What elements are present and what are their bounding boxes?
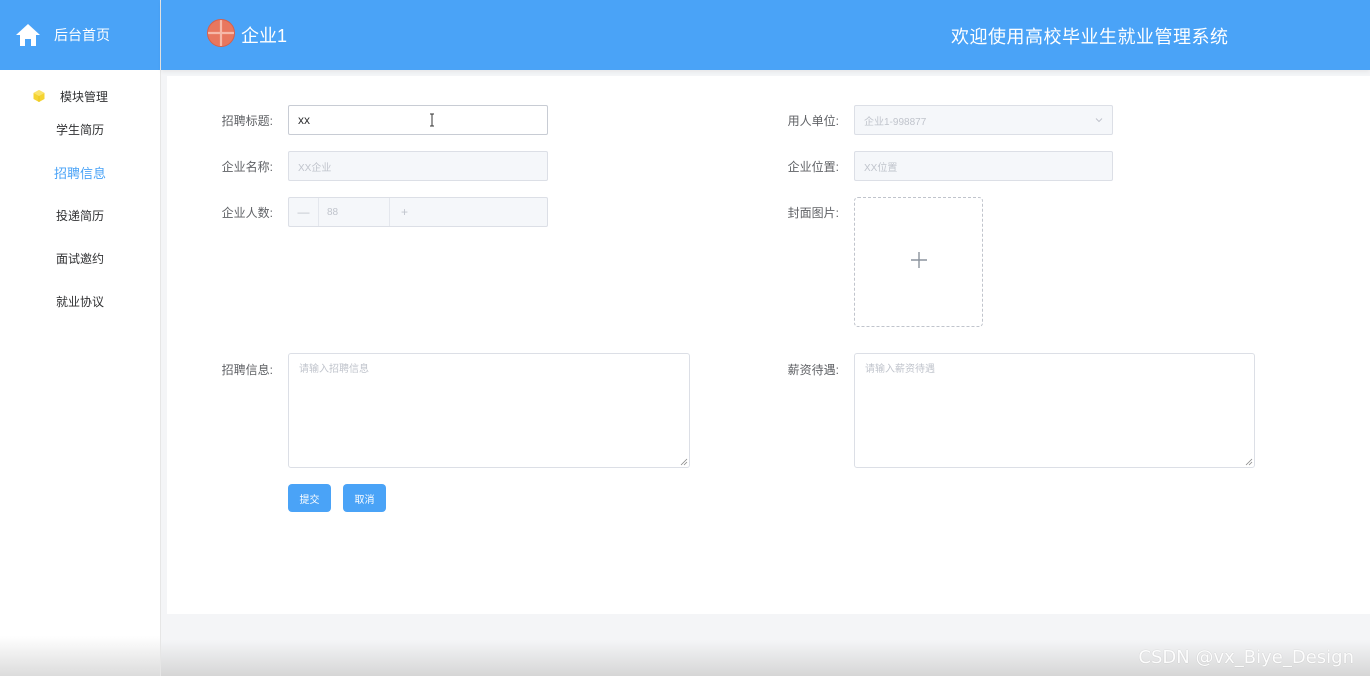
- unit-select[interactable]: 企业1-998877: [854, 105, 1113, 135]
- cover-label: 封面图片:: [787, 206, 839, 220]
- salary-placeholder: 请输入薪资待遇: [865, 364, 935, 375]
- unit-select-value: 企业1-998877: [864, 116, 927, 128]
- menu-group-label: 模块管理: [60, 89, 109, 104]
- cancel-button[interactable]: 取消: [343, 484, 386, 512]
- cube-icon: [32, 89, 46, 103]
- home-icon: [14, 21, 42, 49]
- salary-textarea[interactable]: 请输入薪资待遇: [854, 353, 1255, 468]
- resize-grip-icon[interactable]: [680, 458, 688, 466]
- top-header: 企业1 欢迎使用高校毕业生就业管理系统: [161, 0, 1370, 70]
- chevron-down-icon: [1094, 115, 1104, 125]
- location-input[interactable]: XX位置: [854, 151, 1113, 181]
- company-logo-icon: [207, 19, 235, 47]
- decrement-button[interactable]: —: [289, 198, 319, 226]
- text-cursor-icon: [429, 113, 435, 127]
- company-name: 企业1: [241, 26, 288, 46]
- info-textarea[interactable]: 请输入招聘信息: [288, 353, 690, 468]
- location-label: 企业位置:: [787, 160, 839, 174]
- home-link[interactable]: 后台首页: [0, 0, 160, 70]
- title-label: 招聘标题:: [221, 114, 273, 128]
- submit-button[interactable]: 提交: [288, 484, 331, 512]
- headcount-label: 企业人数:: [221, 206, 273, 220]
- form-panel: 招聘标题: xx 用人单位: 企业1-998877 企业名称: XX企业 企业位…: [167, 76, 1370, 614]
- salary-label: 薪资待遇:: [787, 363, 839, 377]
- info-label: 招聘信息:: [221, 363, 273, 377]
- home-label: 后台首页: [54, 27, 110, 43]
- company-name-label: 企业名称:: [221, 160, 273, 174]
- sidebar-menu: 模块管理 学生简历 招聘信息 投递简历 面试邀约 就业协议: [0, 70, 160, 323]
- sidebar-item-recruitment-info[interactable]: 招聘信息: [0, 151, 160, 194]
- info-placeholder: 请输入招聘信息: [299, 364, 369, 375]
- sidebar-item-employment-agreement[interactable]: 就业协议: [0, 280, 160, 323]
- resize-grip-icon[interactable]: [1245, 458, 1253, 466]
- sidebar-item-submitted-resume[interactable]: 投递简历: [0, 194, 160, 237]
- company-name-input-value: XX企业: [298, 162, 332, 174]
- sidebar: 后台首页 模块管理 学生简历 招聘信息 投递简历 面试邀约 就业协议: [0, 0, 161, 676]
- system-title: 欢迎使用高校毕业生就业管理系统: [951, 27, 1229, 47]
- location-input-value: XX位置: [864, 162, 898, 174]
- headcount-stepper[interactable]: — 88 +: [288, 197, 548, 227]
- sidebar-item-interview-invitation[interactable]: 面试邀约: [0, 237, 160, 280]
- watermark: CSDN @vx_Biye_Design: [1138, 647, 1354, 668]
- unit-label: 用人单位:: [787, 114, 839, 128]
- headcount-value: 88: [327, 206, 339, 218]
- title-input-value: xx: [298, 113, 310, 127]
- sidebar-fade: [0, 636, 160, 676]
- sidebar-item-student-resume[interactable]: 学生简历: [0, 108, 160, 151]
- company-name-input[interactable]: XX企业: [288, 151, 548, 181]
- plus-icon: [909, 250, 929, 275]
- cover-image-uploader[interactable]: [854, 197, 983, 327]
- increment-button[interactable]: +: [389, 198, 419, 226]
- menu-group-module-management[interactable]: 模块管理: [0, 84, 160, 108]
- title-input[interactable]: xx: [288, 105, 548, 135]
